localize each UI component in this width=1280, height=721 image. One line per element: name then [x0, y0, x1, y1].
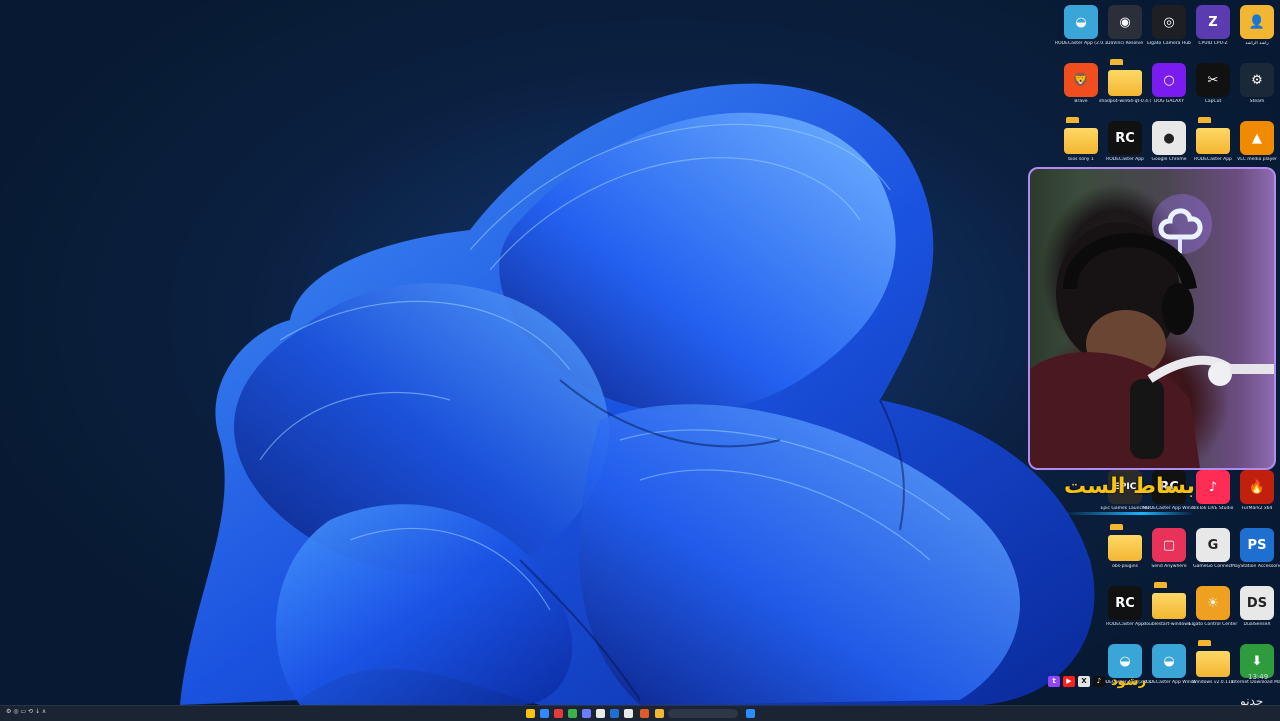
taskbar-app-icon-2[interactable]	[568, 709, 577, 718]
desktop-shortcut[interactable]: G GameGo Connect	[1191, 528, 1235, 580]
channel-title-overlay: بساط الست	[1064, 474, 1195, 499]
cpu-z-icon: Z	[1196, 5, 1230, 39]
desktop-shortcut[interactable]: Z CPUID CPU-Z	[1191, 5, 1235, 57]
desktop-shortcut[interactable]: 🦁 Brave	[1059, 63, 1103, 115]
taskbar-explorer-icon[interactable]	[655, 709, 664, 718]
camera-hub-icon: ◎	[1152, 5, 1186, 39]
folder-icon	[1108, 528, 1142, 562]
social-handle-bar: t ▶ X ♪ رشود	[1048, 670, 1278, 692]
youtube-icon: ▶	[1063, 675, 1075, 687]
shortcut-label: Steam	[1249, 99, 1265, 104]
shortcut-label: راشد الراشد	[1245, 41, 1269, 46]
streamer-handle: رشود	[1111, 673, 1147, 689]
gamego-icon: G	[1196, 528, 1230, 562]
x-icon: X	[1078, 675, 1090, 687]
davinci-resolve-icon: ◉	[1108, 5, 1142, 39]
taskbar-search-box[interactable]	[668, 709, 738, 718]
desktop-shortcut[interactable]: ◎ Elgato Camera Hub	[1147, 5, 1191, 57]
tiktok-live-icon: ♪	[1196, 470, 1230, 504]
chrome-icon: ●	[1152, 121, 1186, 155]
taskbar-chrome-icon[interactable]	[596, 709, 605, 718]
desktop-shortcut[interactable]: ▲ VLC media player	[1235, 121, 1279, 173]
user-folder-icon: 👤	[1240, 5, 1274, 39]
capcut-icon: ✂	[1196, 63, 1230, 97]
webcam-overlay	[1028, 167, 1276, 470]
brave-icon: 🦁	[1064, 63, 1098, 97]
desktop-shortcut[interactable]: ◒RODECaster App (2.0.111) - نسخة	[1055, 5, 1107, 57]
furmark-icon: 🔥	[1240, 470, 1274, 504]
dualsense-icon: DS	[1240, 586, 1274, 620]
taskbar-app-icon-1[interactable]	[554, 709, 563, 718]
desktop-shortcut[interactable]: ♪ TikTok LIVE Studio	[1191, 470, 1235, 522]
taskbar-app-icon-3[interactable]	[582, 709, 591, 718]
taskbar-edge-icon[interactable]	[540, 709, 549, 718]
send-anywhere-icon: ▢	[1152, 528, 1186, 562]
watermark-text: حدنو	[1240, 694, 1264, 705]
tray-clock: 13:49	[1248, 673, 1269, 681]
desktop-shortcut[interactable]: RC RODECaster App	[1103, 586, 1147, 638]
taskbar-start-icon[interactable]	[746, 709, 755, 718]
folder-icon	[1152, 586, 1186, 620]
desktop-shortcut[interactable]: 🔥 FurMark2 x64	[1235, 470, 1279, 522]
rode-icon: RC	[1108, 121, 1142, 155]
desktop-shortcut[interactable]: obs-plugins	[1103, 528, 1147, 580]
desktop-shortcut[interactable]: shadps4-win64-qt-0.4.0	[1099, 63, 1151, 115]
taskbar-app-icon-4[interactable]	[610, 709, 619, 718]
desktop-shortcut[interactable]: ☀ Elgato Control Center	[1189, 586, 1237, 638]
folder-icon	[1196, 121, 1230, 155]
desktop-shortcut[interactable]: 👤 راشد الراشد	[1235, 5, 1279, 57]
playstation-icon: PS	[1240, 528, 1274, 562]
vlc-icon: ▲	[1240, 121, 1274, 155]
twitch-icon: t	[1048, 675, 1060, 687]
shortcut-label: VLC media player	[1237, 157, 1277, 162]
desktop-shortcut[interactable]: ● Google Chrome	[1147, 121, 1191, 173]
desktop-shortcut[interactable]: RODECaster App	[1191, 121, 1235, 173]
desktop-shortcut[interactable]: bios sony 1	[1059, 121, 1103, 173]
steam-icon: ⚙	[1240, 63, 1274, 97]
desktop-shortcut[interactable]: ▢ Send Anywhere	[1147, 528, 1191, 580]
taskbar-left-tray: ⚙ ◎ ▭ ⟲ ↓ ∧	[6, 708, 47, 715]
taskbar-app-icon-6[interactable]	[640, 709, 649, 718]
taskbar: ⚙ ◎ ▭ ⟲ ↓ ∧	[0, 705, 1280, 721]
shortcut-label: DualSenseX	[1243, 622, 1271, 627]
folder-icon	[1108, 63, 1142, 97]
desktop-shortcut[interactable]: ◉ DaVinci Resolve	[1103, 5, 1147, 57]
desktop-shortcut[interactable]: ⚙ Steam	[1235, 63, 1279, 115]
ring-icon: ○	[1152, 63, 1186, 97]
desktop-shortcut[interactable]: doublestart-windows...	[1143, 586, 1195, 638]
shortcut-label: PlayStation Accessories	[1231, 564, 1280, 569]
streamer-figure-image	[1030, 194, 1274, 468]
desktop-shortcut[interactable]: DS DualSenseX	[1235, 586, 1279, 638]
tiktok-icon: ♪	[1093, 675, 1105, 687]
desktop-shortcut[interactable]: RC RODECaster App	[1103, 121, 1147, 173]
overlay-underline	[1064, 512, 1194, 515]
desktop-shortcut[interactable]: ○ DOG GALAXY	[1147, 63, 1191, 115]
rode-icon: RC	[1108, 586, 1142, 620]
taskbar-widget-icon[interactable]	[526, 709, 535, 718]
desktop-shortcut[interactable]: PS PlayStation Accessories	[1231, 528, 1280, 580]
desktop-shortcut[interactable]: ✂ CapCut	[1191, 63, 1235, 115]
control-center-icon: ☀	[1196, 586, 1230, 620]
desktop[interactable]: ◒RODECaster App (2.0.111) - نسخة◉DaVinci…	[0, 0, 1280, 705]
shortcut-label: FurMark2 x64	[1241, 506, 1273, 511]
folder-icon	[1064, 121, 1098, 155]
disc-app-icon: ◒	[1064, 5, 1098, 39]
taskbar-app-icon-5[interactable]	[624, 709, 633, 718]
